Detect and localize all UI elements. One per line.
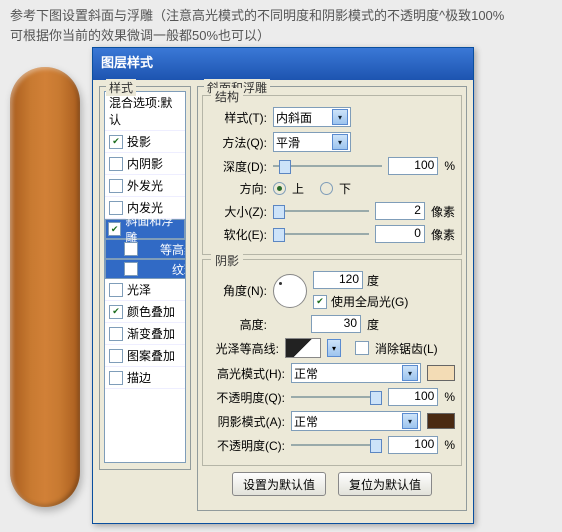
global-light-checkbox[interactable] xyxy=(313,295,327,309)
shadow-opacity-slider[interactable] xyxy=(291,438,382,452)
percent-unit: % xyxy=(444,438,455,452)
soften-label: 软化(E): xyxy=(209,226,267,243)
make-default-button[interactable]: 设置为默认值 xyxy=(232,472,326,496)
technique-label: 方法(Q): xyxy=(209,134,267,151)
checkbox-icon[interactable] xyxy=(109,135,123,149)
layer-style-dialog: 图层样式 样式 混合选项:默认 投影 内阴影 外发光 内发光 斜面和浮雕 等高线… xyxy=(92,47,474,524)
size-slider[interactable] xyxy=(273,204,369,218)
antialias-label: 消除锯齿(L) xyxy=(375,340,438,357)
highlight-opacity-slider[interactable] xyxy=(291,390,382,404)
checkbox-icon[interactable] xyxy=(109,327,123,341)
gloss-contour-picker[interactable] xyxy=(285,338,321,358)
angle-wheel[interactable] xyxy=(273,274,307,308)
style-inner-shadow[interactable]: 内阴影 xyxy=(105,153,185,175)
preview-shape xyxy=(10,67,80,507)
style-select[interactable]: 内斜面▾ xyxy=(273,107,351,127)
size-label: 大小(Z): xyxy=(209,203,267,220)
size-input[interactable]: 2 xyxy=(375,202,425,220)
antialias-checkbox[interactable] xyxy=(355,341,369,355)
style-color-overlay[interactable]: 颜色叠加 xyxy=(105,301,185,323)
structure-label: 结构 xyxy=(211,88,243,105)
highlight-color-swatch[interactable] xyxy=(427,365,455,381)
chevron-down-icon: ▾ xyxy=(332,134,348,150)
checkbox-icon[interactable] xyxy=(109,305,123,319)
shadow-mode-label: 阴影模式(A): xyxy=(209,413,285,430)
highlight-opacity-input[interactable]: 100 xyxy=(388,388,438,406)
style-drop-shadow[interactable]: 投影 xyxy=(105,131,185,153)
percent-unit: % xyxy=(444,159,455,173)
style-bevel[interactable]: 斜面和浮雕 xyxy=(105,219,185,239)
direction-up-radio[interactable] xyxy=(273,182,286,195)
highlight-mode-select[interactable]: 正常▾ xyxy=(291,363,421,383)
highlight-mode-label: 高光模式(H): xyxy=(209,365,285,382)
blend-options-item[interactable]: 混合选项:默认 xyxy=(105,92,185,131)
checkbox-icon[interactable] xyxy=(124,262,138,276)
angle-label: 角度(N): xyxy=(209,282,267,299)
styles-list: 混合选项:默认 投影 内阴影 外发光 内发光 斜面和浮雕 等高线 纹理 光泽 颜… xyxy=(104,91,186,463)
deg-unit: 度 xyxy=(367,316,379,333)
shading-label: 阴影 xyxy=(211,252,243,269)
style-pattern-overlay[interactable]: 图案叠加 xyxy=(105,345,185,367)
altitude-input[interactable]: 30 xyxy=(311,315,361,333)
direction-down-radio[interactable] xyxy=(320,182,333,195)
shadow-mode-select[interactable]: 正常▾ xyxy=(291,411,421,431)
style-satin[interactable]: 光泽 xyxy=(105,279,185,301)
angle-input[interactable]: 120 xyxy=(313,271,363,289)
style-label: 样式(T): xyxy=(209,109,267,126)
styles-group-label: 样式 xyxy=(106,79,136,96)
up-label: 上 xyxy=(292,180,304,197)
checkbox-icon[interactable] xyxy=(109,371,123,385)
down-label: 下 xyxy=(339,180,351,197)
style-texture[interactable]: 纹理 xyxy=(105,259,186,279)
caption-line1: 参考下图设置斜面与浮雕（注意高光模式的不同明度和阴影模式的不透明度^极致100% xyxy=(10,8,504,23)
checkbox-icon[interactable] xyxy=(124,242,138,256)
px-unit: 像素 xyxy=(431,203,455,220)
style-gradient-overlay[interactable]: 渐变叠加 xyxy=(105,323,185,345)
checkbox-icon[interactable] xyxy=(109,157,123,171)
shadow-opacity-input[interactable]: 100 xyxy=(388,436,438,454)
checkbox-icon[interactable] xyxy=(109,349,123,363)
dialog-title: 图层样式 xyxy=(93,48,473,80)
global-light-label: 使用全局光(G) xyxy=(331,293,408,310)
gloss-contour-label: 光泽等高线: xyxy=(209,340,279,357)
checkbox-icon[interactable] xyxy=(109,179,123,193)
checkbox-icon[interactable] xyxy=(109,283,123,297)
chevron-down-icon: ▾ xyxy=(402,413,418,429)
chevron-down-icon: ▾ xyxy=(402,365,418,381)
direction-label: 方向: xyxy=(209,180,267,197)
soften-input[interactable]: 0 xyxy=(375,225,425,243)
style-stroke[interactable]: 描边 xyxy=(105,367,185,389)
chevron-down-icon[interactable]: ▾ xyxy=(327,339,341,357)
depth-label: 深度(D): xyxy=(209,158,267,175)
caption-line2: 可根据你当前的效果微调一般都50%也可以） xyxy=(10,28,270,43)
px-unit: 像素 xyxy=(431,226,455,243)
style-outer-glow[interactable]: 外发光 xyxy=(105,175,185,197)
deg-unit: 度 xyxy=(367,272,379,289)
technique-select[interactable]: 平滑▾ xyxy=(273,132,351,152)
depth-input[interactable]: 100 xyxy=(388,157,438,175)
reset-default-button[interactable]: 复位为默认值 xyxy=(338,472,432,496)
highlight-opacity-label: 不透明度(Q): xyxy=(209,389,285,406)
shadow-opacity-label: 不透明度(C): xyxy=(209,437,285,454)
depth-slider[interactable] xyxy=(273,159,382,173)
soften-slider[interactable] xyxy=(273,227,369,241)
altitude-label: 高度: xyxy=(209,316,267,333)
shadow-color-swatch[interactable] xyxy=(427,413,455,429)
checkbox-icon[interactable] xyxy=(108,222,121,236)
chevron-down-icon: ▾ xyxy=(332,109,348,125)
percent-unit: % xyxy=(444,390,455,404)
checkbox-icon[interactable] xyxy=(109,201,123,215)
